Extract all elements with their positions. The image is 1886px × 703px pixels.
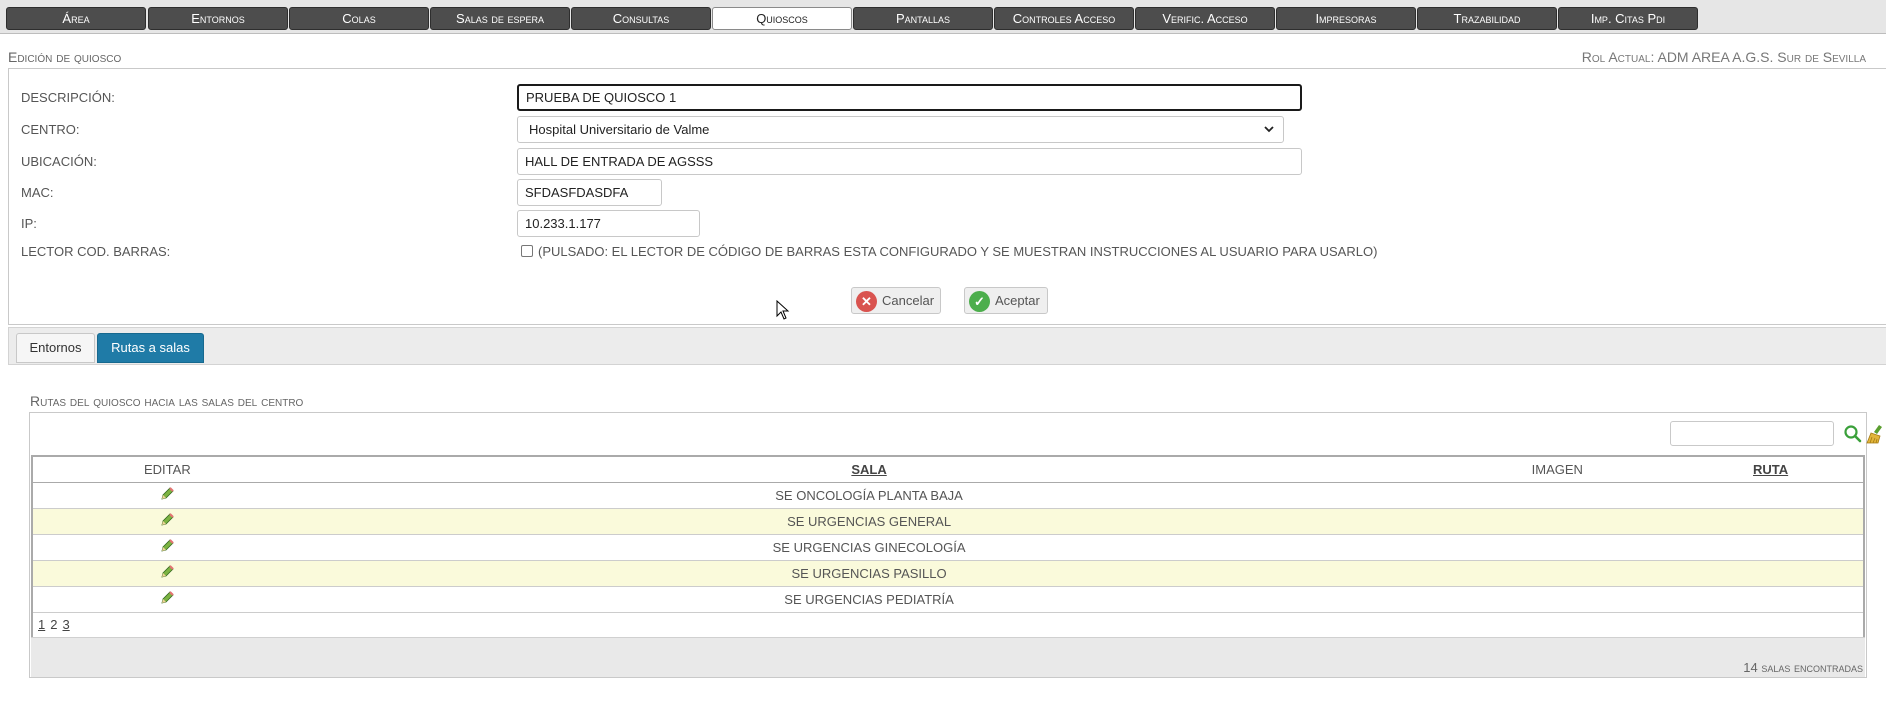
check-icon: ✓ — [969, 291, 990, 312]
column-header-ruta[interactable]: RUTA — [1678, 456, 1864, 483]
pagination-row: 123 — [32, 612, 1864, 639]
mouse-pointer-icon — [776, 299, 790, 323]
sala-cell: SE URGENCIAS PASILLO — [301, 560, 1437, 587]
imagen-cell — [1436, 482, 1679, 509]
edit-cell — [32, 482, 302, 509]
search-icon[interactable] — [1842, 423, 1864, 445]
ruta-cell — [1678, 508, 1864, 535]
cancel-button[interactable]: ✕ Cancelar — [851, 287, 941, 314]
grid-footer: 14 salas encontradas — [31, 637, 1865, 677]
page-link-3[interactable]: 3 — [62, 617, 69, 632]
nav-tab-area[interactable]: Área — [6, 7, 146, 30]
edit-cell — [32, 586, 302, 613]
page-title: Edición de quiosco — [8, 49, 122, 65]
clear-filter-icon[interactable] — [1865, 423, 1886, 445]
nav-tab-quioscos[interactable]: Quioscos — [712, 7, 852, 30]
table-header-row: EDITAR SALA IMAGEN RUTA — [32, 456, 1864, 483]
nav-tab-pantallas[interactable]: Pantallas — [853, 7, 993, 30]
column-header-sala[interactable]: SALA — [301, 456, 1437, 483]
tab-rutas-a-salas[interactable]: Rutas a salas — [97, 333, 204, 363]
lector-checkbox[interactable] — [521, 245, 533, 257]
nav-tab-entornos[interactable]: Entornos — [148, 7, 288, 30]
centro-selected-value: Hospital Universitario de Valme — [529, 122, 710, 137]
routes-grid: EDITAR SALA IMAGEN RUTA SE ONCOLOGÍA PLA… — [29, 412, 1882, 678]
edit-cell — [32, 508, 302, 535]
centro-select[interactable]: Hospital Universitario de Valme — [517, 116, 1284, 143]
grid-search-input[interactable] — [1670, 421, 1834, 446]
chevron-down-icon — [1263, 117, 1275, 151]
edit-cell — [32, 534, 302, 561]
table-row: SE URGENCIAS GINECOLOGÍA — [32, 534, 1864, 561]
table-row: SE URGENCIAS GENERAL — [32, 508, 1864, 535]
sala-cell: SE URGENCIAS GENERAL — [301, 508, 1437, 535]
subtab-bar: Entornos Rutas a salas — [8, 327, 1886, 365]
ruta-cell — [1678, 586, 1864, 613]
accept-button[interactable]: ✓ Aceptar — [964, 287, 1048, 314]
descripcion-label: DESCRIPCIÓN: — [21, 90, 115, 105]
imagen-cell — [1436, 508, 1679, 535]
ubicacion-label: UBICACIÓN: — [21, 154, 97, 169]
mac-label: MAC: — [21, 185, 54, 200]
imagen-cell — [1436, 560, 1679, 587]
ruta-cell — [1678, 482, 1864, 509]
accept-label: Aceptar — [995, 293, 1040, 308]
lector-description: (PULSADO: EL LECTOR DE CÓDIGO DE BARRAS … — [538, 244, 1378, 259]
pencil-icon[interactable] — [159, 564, 175, 583]
pencil-icon[interactable] — [159, 538, 175, 557]
sala-cell: SE ONCOLOGÍA PLANTA BAJA — [301, 482, 1437, 509]
tab-entornos[interactable]: Entornos — [16, 333, 95, 363]
sala-cell: SE URGENCIAS PEDIATRÍA — [301, 586, 1437, 613]
sala-cell: SE URGENCIAS GINECOLOGÍA — [301, 534, 1437, 561]
descripcion-input[interactable] — [517, 84, 1302, 111]
edit-cell — [32, 560, 302, 587]
column-header-editar: EDITAR — [32, 456, 302, 483]
current-role: Rol Actual: ADM AREA A.G.S. Sur de Sevil… — [1581, 49, 1866, 65]
nav-tab-impresoras[interactable]: Impresoras — [1276, 7, 1416, 30]
cancel-icon: ✕ — [856, 291, 877, 312]
routes-title: Rutas del quiosco hacia las salas del ce… — [30, 393, 304, 409]
nav-tab-colas[interactable]: Colas — [289, 7, 429, 30]
ubicacion-input[interactable] — [517, 148, 1302, 175]
imagen-cell — [1436, 534, 1679, 561]
mac-input[interactable] — [517, 179, 662, 206]
nav-tab-consultas[interactable]: Consultas — [571, 7, 711, 30]
nav-tab-controles-acceso[interactable]: Controles Acceso — [994, 7, 1134, 30]
page-link-1[interactable]: 1 — [38, 617, 45, 632]
centro-label: CENTRO: — [21, 122, 80, 137]
table-row: SE URGENCIAS PEDIATRÍA — [32, 586, 1864, 613]
ip-label: IP: — [21, 216, 37, 231]
pencil-icon[interactable] — [159, 512, 175, 531]
nav-tab-salas-espera[interactable]: Salas de espera — [430, 7, 570, 30]
pencil-icon[interactable] — [159, 590, 175, 609]
pencil-icon[interactable] — [159, 486, 175, 505]
main-nav: Área Entornos Colas Salas de espera Cons… — [0, 0, 1886, 34]
table-row: SE URGENCIAS PASILLO — [32, 560, 1864, 587]
ruta-cell — [1678, 534, 1864, 561]
cancel-label: Cancelar — [882, 293, 935, 308]
imagen-cell — [1436, 586, 1679, 613]
pagination: 123 — [32, 612, 1864, 639]
table-row: SE ONCOLOGÍA PLANTA BAJA — [32, 482, 1864, 509]
ruta-cell — [1678, 560, 1864, 587]
page-current-2: 2 — [50, 617, 58, 633]
nav-tab-trazabilidad[interactable]: Trazabilidad — [1417, 7, 1557, 30]
nav-tab-verific-acceso[interactable]: Verific. Acceso — [1135, 7, 1275, 30]
lector-label: LECTOR COD. BARRAS: — [21, 244, 171, 259]
nav-tab-imp-citas-pdi[interactable]: Imp. Citas Pdi — [1558, 7, 1698, 30]
results-count: 14 salas encontradas — [1743, 660, 1863, 675]
column-header-imagen: IMAGEN — [1436, 456, 1679, 483]
ip-input[interactable] — [517, 210, 700, 237]
routes-table: EDITAR SALA IMAGEN RUTA SE ONCOLOGÍA PLA… — [31, 455, 1865, 639]
